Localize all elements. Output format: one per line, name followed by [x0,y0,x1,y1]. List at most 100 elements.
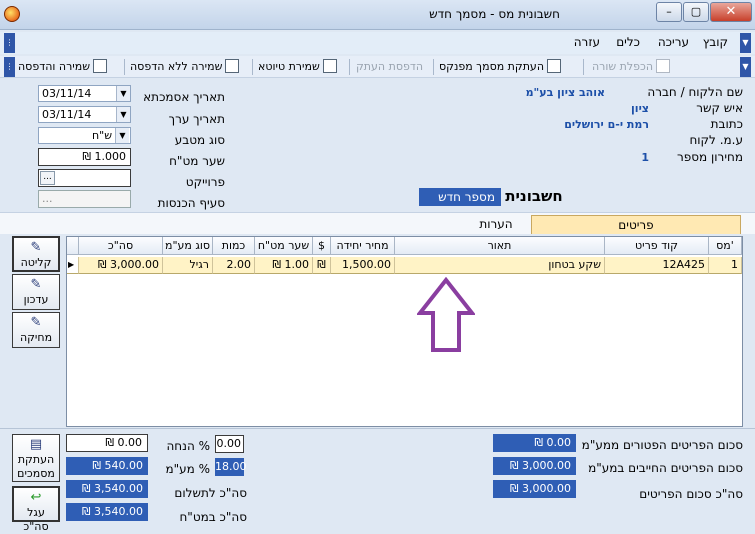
menu-bar: ⋮ קובץ עריכה כלים עזרה ▼ [0,32,755,54]
col-header-rate[interactable]: שער מט"ח [255,237,313,255]
duplicate-row-button[interactable]: הכפלת שורה [590,58,672,76]
edit-update-icon: ✎ [30,277,42,292]
items-total-label: סה"כ סכום הפריטים [639,487,743,501]
save-draft-button[interactable]: שמירת טיוטא [256,58,339,76]
copy-from-ledger-button[interactable]: העתקת מסמך מפנקס [437,58,563,76]
cell-rate[interactable]: ₪ 1.00 [255,257,313,274]
annotation-up-arrow-icon [417,277,475,352]
tab-items[interactable]: פריטים [531,215,741,234]
exempt-items-label: סכום הפריטים הפטורים ממע"מ [581,438,743,452]
col-header-description[interactable]: תאור [395,237,605,255]
to-pay-label: סה"כ לתשלום [174,486,247,500]
col-header-item-code[interactable]: קוד פריט [605,237,709,255]
cell-vat-type[interactable]: רגיל [163,257,213,274]
dropdown-arrow-icon[interactable]: ▼ [116,107,130,122]
ref-date-picker[interactable]: 03/11/14 ▼ [38,85,131,102]
col-header-unit-price[interactable]: מחיר יחידה [331,237,395,255]
cell-total[interactable]: ₪ 3,000.00 [79,257,163,274]
fx-total-field: ₪ 3,540.00 [66,503,148,521]
currency-select[interactable]: ש"ח ▼ [38,127,131,144]
grid-corner [67,237,79,255]
project-input[interactable]: ... [38,169,131,187]
taxable-items-label: סכום הפריטים החייבים במע"מ [588,461,743,475]
save-print-button[interactable]: שמירה והדפסה [16,58,109,76]
menu-help[interactable]: עזרה [574,35,600,49]
document-number-field[interactable]: מספר חדש [419,188,501,206]
menu-tools[interactable]: כלים [616,35,640,49]
cell-row-number[interactable]: 1 [709,257,742,274]
currency-label: סוג מטבע [174,133,225,147]
copy-document-icon [547,59,562,73]
delete-button[interactable]: ✎ מחיקה [12,312,60,348]
title-bar: חשבונית מס - מסמך חדש – ▢ ✕ [0,0,755,30]
dropdown-arrow-icon[interactable]: ▼ [115,128,129,143]
toolbar-divider [433,59,434,75]
toolbar-chevron-icon[interactable]: ▼ [740,57,751,77]
vat-amount-field: ₪ 540.00 [66,457,148,475]
cell-description[interactable]: שקע בטחון [395,257,605,274]
col-header-row-number[interactable]: מס' [709,237,742,255]
col-header-currency[interactable]: $ [313,237,331,255]
round-total-button[interactable]: ↩ עגל סה"כ [12,486,60,533]
value-date-picker[interactable]: 03/11/14 ▼ [38,106,131,123]
fx-total-label: סה"כ במט"ח [179,510,247,524]
cell-currency[interactable]: ₪ [313,257,331,274]
copy-documents-icon: ▤ [29,437,43,452]
discount-amount-field[interactable]: ₪ 0.00 [66,434,148,452]
draft-icon [322,59,337,73]
exchange-rate-label: שער מט"ח [169,154,225,168]
project-browse-button[interactable]: ... [40,171,55,185]
contact-label: איש קשר [696,101,743,115]
cell-qty[interactable]: 2.00 [213,257,255,274]
toolbar-divider [349,59,350,75]
income-account-input[interactable]: ... [38,190,131,208]
col-header-total[interactable]: סה"כ [79,237,163,255]
menu-edit[interactable]: עריכה [658,35,689,49]
address-value[interactable]: רמת י-ם ירושלים [564,118,649,131]
price-list-label: מחירון מספר [676,150,743,164]
vat-percent-field[interactable]: 18.00 [215,458,247,476]
menubar-chevron-icon[interactable]: ▼ [740,33,751,53]
tab-notes[interactable]: הערות [461,215,531,234]
discount-percent-input[interactable]: 0.00 [215,435,244,453]
col-header-vat-type[interactable]: סוג מע"מ [163,237,213,255]
edit-receive-icon: ✎ [30,240,42,255]
customer-name-value[interactable]: אוהב ציון בע"מ [526,86,605,99]
to-pay-field: ₪ 3,540.00 [66,480,148,498]
toolbar: ⋮ שמירה והדפסה שמירה ללא הדפסה שמירת טיו… [0,56,755,78]
window-title: חשבונית מס - מסמך חדש [429,7,560,21]
price-list-value[interactable]: 1 [641,151,649,164]
save-no-print-button[interactable]: שמירה ללא הדפסה [128,58,241,76]
receive-button[interactable]: ✎ קליטה [12,236,60,272]
exchange-rate-input[interactable]: ₪ 1.000 [38,148,131,166]
taxable-items-total-field: ₪ 3,000.00 [493,457,576,475]
close-button[interactable]: ✕ [710,2,752,22]
discount-percent-label: % הנחה [166,439,210,453]
cell-item-code[interactable]: 12A425 [605,257,709,274]
printer-icon [93,59,107,73]
menubar-left-grip: ⋮ [4,33,15,53]
col-header-qty[interactable]: כמות [213,237,255,255]
toolbar-left-grip: ⋮ [4,57,15,77]
value-date-label: תאריך ערך [168,112,225,126]
contact-value[interactable]: ציון [631,102,649,115]
cell-unit-price[interactable]: 1,500.00 [331,257,395,274]
income-account-browse[interactable]: ... [42,191,53,207]
update-button[interactable]: ✎ עדכון [12,274,60,310]
print-copy-button[interactable]: הדפסת העתק [354,58,425,76]
save-icon [225,59,240,73]
menu-file[interactable]: קובץ [703,35,728,49]
project-label: פרוייקט [185,175,225,189]
duplicate-row-icon [656,59,671,73]
exempt-items-total-field: ₪ 0.00 [493,434,576,452]
dropdown-arrow-icon[interactable]: ▼ [116,86,130,101]
maximize-button[interactable]: ▢ [683,2,709,22]
toolbar-divider [252,59,253,75]
row-selector-icon[interactable]: ▶ [67,257,79,274]
minimize-button[interactable]: – [656,2,682,22]
copy-documents-button[interactable]: ▤ העתקת מסמכים [12,434,60,482]
address-label: כתובת [710,117,743,131]
edit-delete-icon: ✎ [30,315,42,330]
customer-vat-id-label: ע.מ. לקוח [689,133,743,147]
toolbar-divider [124,59,125,75]
